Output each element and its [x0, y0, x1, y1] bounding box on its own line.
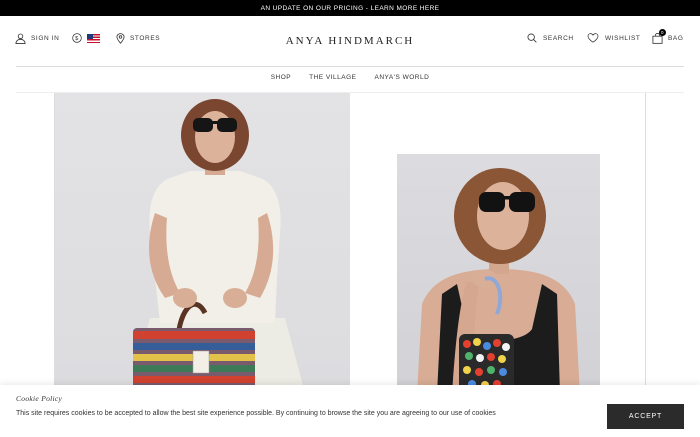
search-label: SEARCH	[543, 34, 574, 42]
search-icon	[527, 33, 537, 43]
nav-item-shop[interactable]: SHOP	[271, 74, 291, 81]
hero-image-woman-with-knit-tote[interactable]	[55, 93, 350, 393]
promo-banner[interactable]: AN UPDATE ON OUR PRICING - LEARN MORE HE…	[0, 0, 700, 16]
wishlist-label: WISHLIST	[605, 34, 641, 42]
bag-icon-wrap: 0	[652, 29, 666, 44]
header-divider	[16, 66, 684, 67]
bag-count-badge: 0	[659, 29, 666, 36]
accept-cookies-button[interactable]: ACCEPT	[607, 404, 684, 429]
nav-item-the-village[interactable]: THE VILLAGE	[309, 74, 356, 81]
heart-icon	[587, 33, 599, 43]
cookie-title: Cookie Policy	[16, 394, 63, 403]
search-button[interactable]: SEARCH	[527, 33, 574, 43]
bag-label: BAG	[668, 35, 684, 42]
wishlist-link[interactable]: WISHLIST	[587, 33, 641, 43]
bag-button[interactable]: 0 BAG	[652, 29, 684, 44]
cookie-banner: Cookie Policy This site requires cookies…	[0, 385, 700, 437]
site-header: SIGN IN $ STORES ANYA HINDMARCH SEARCH W…	[0, 16, 700, 66]
content-border-right	[645, 93, 646, 393]
cookie-text: This site requires cookies to be accepte…	[16, 410, 496, 417]
product-photo-illustration	[417, 168, 580, 394]
product-image-woman-with-sequin-bag[interactable]	[397, 154, 600, 394]
nav-item-anyas-world[interactable]: ANYA'S WORLD	[375, 74, 430, 81]
hero-photo-illustration	[130, 99, 305, 393]
promo-text[interactable]: AN UPDATE ON OUR PRICING - LEARN MORE HE…	[261, 5, 440, 12]
main-nav: SHOP THE VILLAGE ANYA'S WORLD	[0, 74, 700, 81]
